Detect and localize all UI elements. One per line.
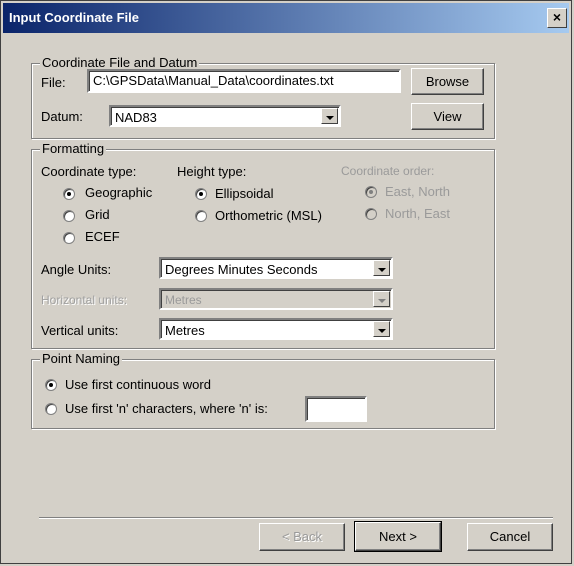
point-naming-group: Point Naming xyxy=(31,351,495,429)
file-datum-group-title: Coordinate File and Datum xyxy=(40,55,200,70)
angle-units-select[interactable]: Degrees Minutes Seconds xyxy=(159,257,393,279)
angle-units-value: Degrees Minutes Seconds xyxy=(165,262,318,277)
coordinate-type-label: Coordinate type: xyxy=(41,164,137,179)
point-naming-group-title: Point Naming xyxy=(40,351,123,366)
radio-orthometric-label[interactable]: Orthometric (MSL) xyxy=(215,208,322,223)
radio-orthometric[interactable] xyxy=(195,210,207,222)
title-bar[interactable]: Input Coordinate File × xyxy=(3,3,569,33)
radio-grid-label[interactable]: Grid xyxy=(85,207,110,222)
radio-north-east-label: North, East xyxy=(385,206,451,221)
datum-select[interactable]: NAD83 xyxy=(109,105,341,127)
radio-first-n-chars-label[interactable]: Use first 'n' characters, where 'n' is: xyxy=(65,401,268,416)
vertical-units-label: Vertical units: xyxy=(41,323,119,338)
chevron-down-icon[interactable] xyxy=(373,321,390,337)
view-button[interactable]: View xyxy=(411,103,484,130)
radio-east-north xyxy=(365,186,377,198)
coordinate-order-label: Coordinate order: xyxy=(341,164,435,178)
angle-units-label: Angle Units: xyxy=(41,262,112,277)
radio-geographic[interactable] xyxy=(63,188,75,200)
input-coordinate-file-dialog: Input Coordinate File × Coordinate File … xyxy=(0,0,572,564)
datum-label: Datum: xyxy=(41,109,83,124)
radio-east-north-label: East, North xyxy=(385,184,451,199)
datum-value: NAD83 xyxy=(115,110,157,125)
radio-first-word-label[interactable]: Use first continuous word xyxy=(65,377,211,392)
file-label: File: xyxy=(41,75,66,90)
back-button: < Back xyxy=(259,523,345,551)
radio-geographic-label[interactable]: Geographic xyxy=(85,185,152,200)
radio-ecef-label[interactable]: ECEF xyxy=(85,229,120,244)
vertical-units-select[interactable]: Metres xyxy=(159,318,393,340)
height-type-label: Height type: xyxy=(177,164,247,179)
horizontal-units-label: Horizontal units: xyxy=(41,293,128,307)
horizontal-units-value: Metres xyxy=(165,293,202,307)
radio-ellipsoidal[interactable] xyxy=(195,188,207,200)
dialog-title: Input Coordinate File xyxy=(9,10,139,25)
cancel-button[interactable]: Cancel xyxy=(467,523,553,551)
chevron-down-icon[interactable] xyxy=(321,108,338,124)
radio-first-n-chars[interactable] xyxy=(45,403,57,415)
radio-first-word[interactable] xyxy=(45,379,57,391)
horizontal-units-select: Metres xyxy=(159,288,393,310)
chevron-down-icon[interactable] xyxy=(373,260,390,276)
file-path-input[interactable]: C:\GPSData\Manual_Data\coordinates.txt xyxy=(87,69,401,93)
vertical-units-value: Metres xyxy=(165,323,205,338)
next-button[interactable]: Next > xyxy=(354,521,442,552)
browse-button[interactable]: Browse xyxy=(411,68,484,95)
radio-ellipsoidal-label[interactable]: Ellipsoidal xyxy=(215,186,274,201)
radio-ecef[interactable] xyxy=(63,232,75,244)
radio-grid[interactable] xyxy=(63,210,75,222)
close-button[interactable]: × xyxy=(547,8,567,28)
chevron-down-icon xyxy=(373,291,390,307)
formatting-group-title: Formatting xyxy=(40,141,107,156)
footer-separator xyxy=(39,517,553,519)
close-icon: × xyxy=(552,9,562,25)
n-characters-input[interactable] xyxy=(305,396,367,422)
radio-north-east xyxy=(365,208,377,220)
